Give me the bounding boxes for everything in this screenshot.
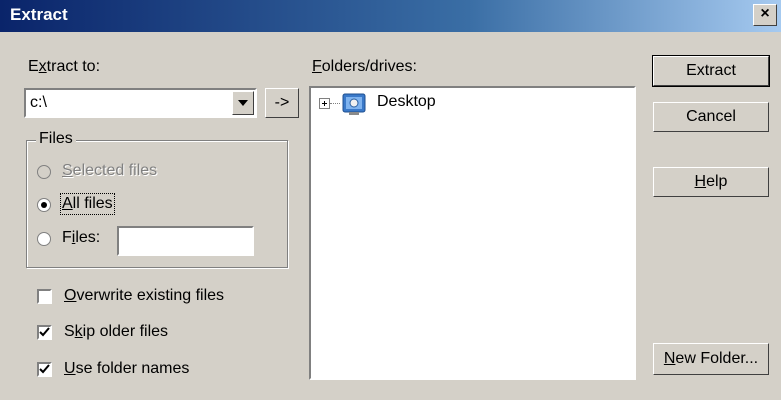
dropdown-button[interactable]	[232, 91, 254, 115]
plus-icon	[322, 101, 327, 106]
skip-older-checkbox[interactable]	[37, 325, 52, 340]
new-folder-mnemonic: N	[663, 350, 676, 367]
files-pattern-label: Files:	[62, 229, 100, 247]
overwrite-label: Overwrite existing files	[64, 287, 224, 305]
all-files-rest: ll files	[72, 195, 113, 212]
help-mnemonic: H	[694, 173, 707, 190]
files-pattern-pre: F	[62, 229, 72, 246]
help-rest: elp	[706, 173, 728, 190]
checkmark-icon	[39, 327, 50, 337]
skip-older-label: Skip older files	[64, 323, 168, 341]
folders-drives-rest: olders/drives:	[321, 58, 417, 75]
chevron-down-icon	[238, 100, 248, 106]
extract-to-label: Extract to:	[28, 58, 100, 76]
tree-connector	[330, 103, 340, 104]
all-files-mnemonic: A	[62, 195, 73, 212]
new-folder-button[interactable]: New Folder...	[653, 343, 769, 375]
cancel-button[interactable]: Cancel	[653, 102, 769, 132]
overwrite-rest: verwrite existing files	[76, 287, 225, 304]
checkmark-icon	[39, 364, 50, 374]
files-pattern-radio[interactable]	[37, 232, 51, 246]
folders-tree[interactable]: Desktop	[309, 86, 636, 380]
radio-selected-dot	[41, 202, 47, 208]
use-folder-names-mnemonic: U	[64, 360, 76, 377]
extract-dialog: Extract × Extract to: c:\ -> Files Selec…	[0, 0, 781, 400]
extract-to-combobox[interactable]: c:\	[24, 88, 257, 118]
expand-icon[interactable]	[319, 98, 330, 109]
selected-files-radio[interactable]	[37, 165, 51, 179]
new-folder-rest: ew Folder...	[675, 350, 759, 367]
folders-drives-mnemonic: F	[312, 58, 322, 75]
folders-drives-label: Folders/drives:	[312, 58, 417, 76]
skip-older-mnemonic: k	[74, 323, 83, 340]
extract-to-label-mnemonic: x	[38, 58, 47, 75]
extract-button[interactable]: Extract	[652, 55, 770, 87]
title-bar[interactable]: Extract ×	[0, 0, 781, 32]
selected-files-mnemonic: S	[62, 162, 73, 179]
selected-files-rest: elected files	[72, 162, 158, 179]
extract-to-label-post: tract to:	[46, 58, 101, 75]
close-button[interactable]: ×	[753, 4, 777, 26]
overwrite-mnemonic: O	[64, 287, 77, 304]
extract-to-value[interactable]: c:\	[30, 94, 47, 112]
desktop-icon	[342, 93, 366, 115]
skip-older-pre: S	[64, 323, 75, 340]
overwrite-checkbox[interactable]	[37, 289, 52, 304]
use-folder-names-rest: se folder names	[75, 360, 190, 377]
files-group-legend: Files	[36, 130, 76, 148]
selected-files-label: Selected files	[62, 162, 157, 180]
browse-arrow-button[interactable]: ->	[265, 88, 299, 118]
skip-older-rest: ip older files	[82, 323, 169, 340]
all-files-label: All files	[60, 193, 115, 215]
all-files-radio[interactable]	[37, 198, 51, 212]
help-button[interactable]: Help	[653, 167, 769, 197]
use-folder-names-checkbox[interactable]	[37, 362, 52, 377]
window-title: Extract	[10, 5, 68, 24]
use-folder-names-label: Use folder names	[64, 360, 189, 378]
extract-to-label-pre: E	[28, 58, 39, 75]
files-pattern-rest: les:	[75, 229, 101, 246]
files-pattern-input[interactable]	[117, 226, 254, 256]
tree-item-desktop[interactable]: Desktop	[377, 93, 436, 111]
